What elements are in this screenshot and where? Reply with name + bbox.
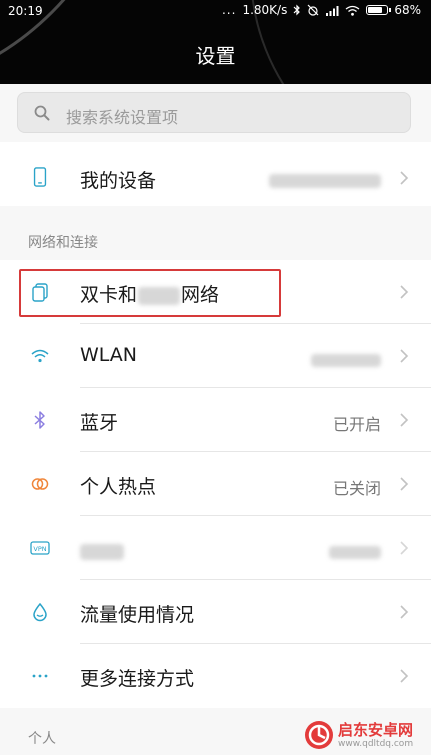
section-title: 网络和连接 [28,235,98,251]
network-speed: 1.80K/s [242,3,288,17]
page-title: 设置 [195,44,236,68]
search-placeholder: 搜索系统设置项 [66,108,179,127]
chevron-right-icon [400,669,409,683]
settings-screen: 20:19 ... 1.80K/s 68% 设置 搜索系统设置项 我的设备 网络… [0,0,431,755]
hotspot-icon [31,478,49,490]
battery-percent: 68% [394,3,421,17]
sidebar-item-hotspot[interactable]: 个人热点 已关闭 [0,452,431,516]
watermark-text: 启东安卓网 www.qdltdq.com [338,720,414,749]
watermark: 启东安卓网 www.qdltdq.com [304,717,429,753]
hotspot-label: 个人热点 [80,476,157,498]
sidebar-item-dual-sim[interactable]: 双卡和 网络 [0,260,431,324]
section-title: 个人 [28,731,56,747]
vpn-icon: VPN [30,541,50,555]
more-dots-icon [32,674,48,678]
dual-sim-label: 双卡和 网络 [80,284,220,306]
my-device-label: 我的设备 [80,170,157,192]
wifi-icon [31,349,49,363]
chevron-right-icon [400,605,409,619]
sidebar-item-wlan[interactable]: WLAN [0,324,431,388]
watermark-logo-icon [305,721,333,749]
watermark-title: 启东安卓网 [338,720,414,739]
sidebar-item-bluetooth[interactable]: 蓝牙 已开启 [0,388,431,452]
status-right-group: ... 1.80K/s 68% [222,3,421,17]
my-device-row[interactable]: 我的设备 [0,142,431,206]
watermark-url: www.qdltdq.com [338,738,414,749]
bluetooth-icon [34,411,45,429]
data-usage-label: 流量使用情况 [80,604,195,626]
status-dots: ... [221,3,237,17]
svg-text:VPN: VPN [33,545,46,553]
search-area: 搜索系统设置项 [0,84,431,142]
status-bar: 20:19 ... 1.80K/s 68% [0,0,431,22]
bluetooth-label: 蓝牙 [80,412,119,434]
wlan-value [311,350,381,369]
chevron-right-icon [400,171,409,185]
chevron-right-icon [400,413,409,427]
signal-icon [326,5,339,16]
phone-icon [33,167,47,187]
sidebar-item-vpn[interactable]: VPN [0,516,431,580]
sim-cards-icon [32,283,48,302]
chevron-right-icon [400,285,409,299]
status-time: 20:19 [8,4,43,18]
more-connections-label: 更多连接方式 [80,668,195,690]
sidebar-item-more-connections[interactable]: 更多连接方式 [0,644,431,708]
chevron-right-icon [400,541,409,555]
hotspot-status: 已关闭 [332,479,381,498]
sidebar-item-data-usage[interactable]: 流量使用情况 [0,580,431,644]
wifi-status-icon [345,5,360,16]
alarm-off-icon [307,4,319,16]
bluetooth-status-icon [293,4,301,16]
battery-icon [366,5,392,15]
search-icon [34,105,50,121]
vpn-value [329,542,381,561]
search-input[interactable]: 搜索系统设置项 [17,92,411,133]
chevron-right-icon [400,349,409,363]
bluetooth-status: 已开启 [332,415,381,434]
vpn-label [80,540,124,562]
data-drop-icon [33,602,47,622]
device-model-value [269,170,381,189]
top-header: 20:19 ... 1.80K/s 68% 设置 [0,0,431,84]
section-header-network: 网络和连接 [0,214,431,260]
chevron-right-icon [400,477,409,491]
wlan-label: WLAN [80,344,138,366]
